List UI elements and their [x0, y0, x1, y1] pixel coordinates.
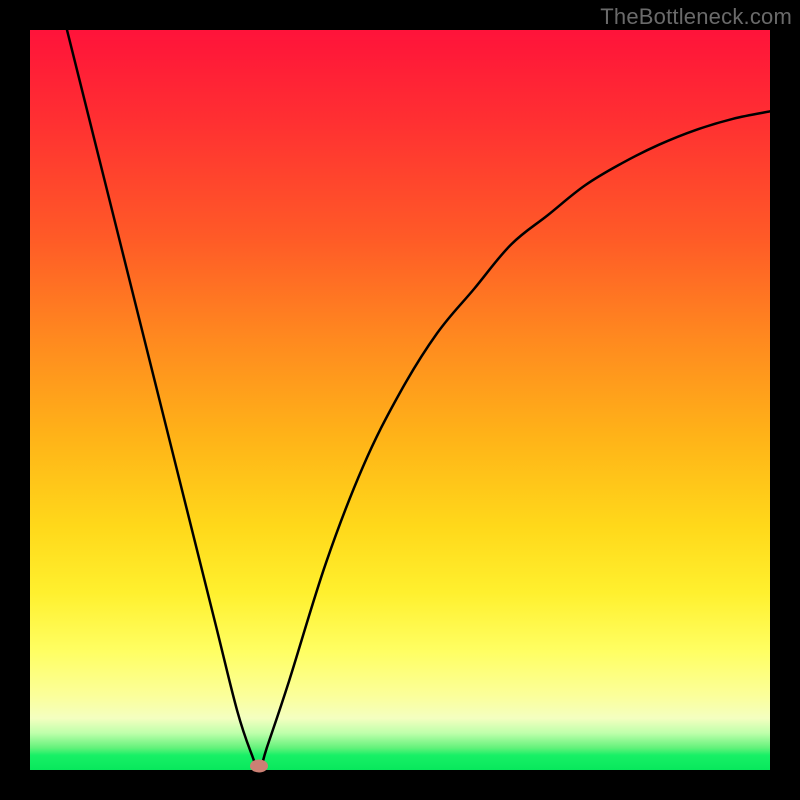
optimum-marker: [250, 760, 268, 773]
chart-frame: TheBottleneck.com: [0, 0, 800, 800]
watermark-text: TheBottleneck.com: [600, 4, 792, 30]
bottleneck-curve: [30, 30, 770, 770]
plot-area: [30, 30, 770, 770]
